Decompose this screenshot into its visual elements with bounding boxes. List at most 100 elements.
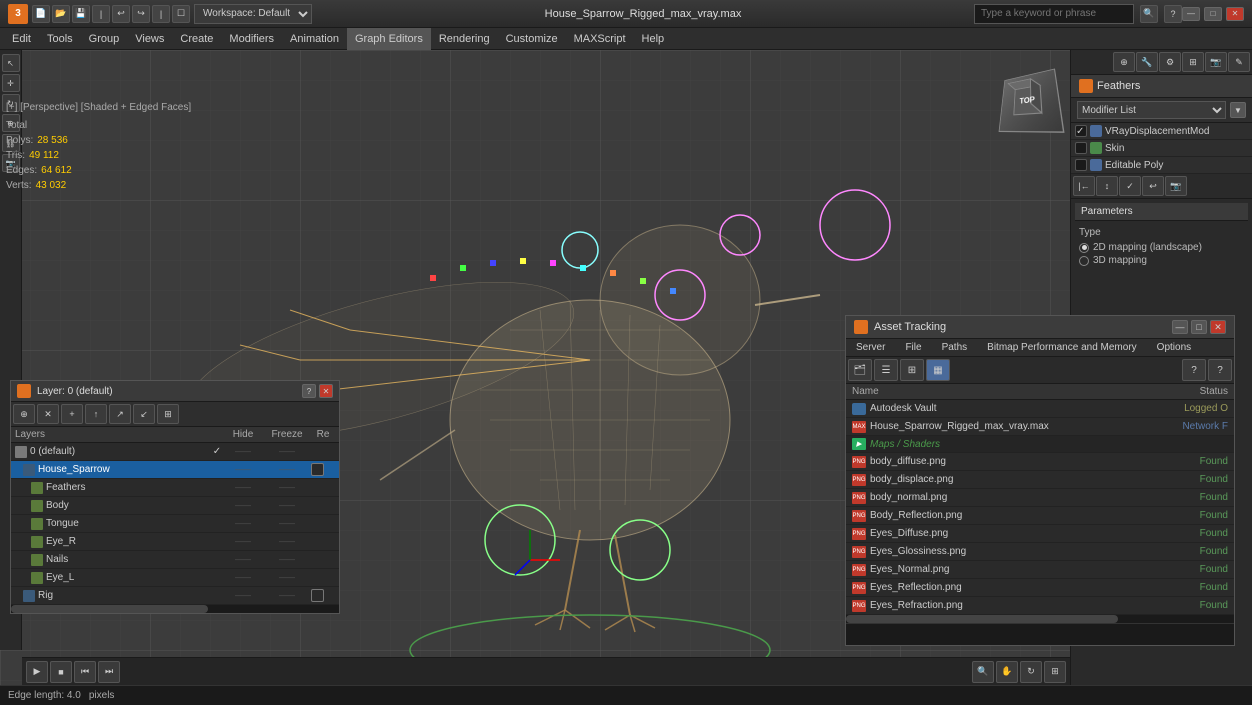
mod-tb-pin[interactable]: |← [1073,176,1095,196]
param-radio-3d[interactable]: 3D mapping [1079,255,1244,266]
open-file-btn[interactable]: 📂 [52,5,70,23]
asset-tb-grid2[interactable]: ⊞ [900,359,924,381]
help-btn[interactable]: ? [1164,5,1182,23]
layer-tb-delete[interactable]: ✕ [37,404,59,424]
modifier-check2[interactable] [1075,142,1087,154]
modifier-check3[interactable] [1075,159,1087,171]
layer-tb-move-down[interactable]: ↗ [109,404,131,424]
asset-row-vault[interactable]: Autodesk Vault Logged O [846,400,1234,418]
vp-select-btn[interactable]: ↖ [2,54,20,72]
mod-tb-rotate[interactable]: ↩ [1142,176,1164,196]
layer-scrollbar-track[interactable] [11,605,208,613]
maximize-btn[interactable]: □ [1204,7,1222,21]
vp-bot-orbit[interactable]: ↻ [1020,661,1042,683]
asset-row-body-displace[interactable]: PNG body_displace.png Found [846,471,1234,489]
menu-rendering[interactable]: Rendering [431,28,498,50]
modifier-vray-displacement[interactable]: ✓ VRayDisplacementMod [1071,123,1252,140]
asset-scrollbar-track[interactable] [846,615,1118,623]
asset-tb-table[interactable]: ▦ [926,359,950,381]
vp-rotate-btn[interactable]: ↻ [2,94,20,112]
layer-checkbox-rig[interactable] [311,589,324,602]
modifier-dropdown[interactable]: Modifier List [1077,101,1226,119]
vp-bot-next[interactable]: ⏭ [98,661,120,683]
asset-row-eyes-normal[interactable]: PNG Eyes_Normal.png Found [846,561,1234,579]
menu-tools[interactable]: Tools [39,28,81,50]
menu-animation[interactable]: Animation [282,28,347,50]
menu-group[interactable]: Group [81,28,128,50]
layer-tb-move-up[interactable]: ↑ [85,404,107,424]
layer-tb-add[interactable]: + [61,404,83,424]
asset-maximize-btn[interactable]: □ [1191,320,1207,334]
asset-row-body-reflection[interactable]: PNG Body_Reflection.png Found [846,507,1234,525]
asset-menu-bitmap[interactable]: Bitmap Performance and Memory [977,339,1147,356]
asset-row-body-normal[interactable]: PNG body_normal.png Found [846,489,1234,507]
nav-cube-box[interactable]: TOP [999,69,1065,133]
rp-icon5[interactable]: 📷 [1205,52,1227,72]
layer-checkbox-hs[interactable] [311,463,324,476]
mod-tb-scale[interactable]: 📷 [1165,176,1187,196]
asset-input-bar[interactable] [846,623,1234,645]
asset-menu-paths[interactable]: Paths [932,339,978,356]
workspace-selector[interactable]: Workspace: Default [194,4,312,24]
select-btn[interactable]: ☐ [172,5,190,23]
menu-graph-editors[interactable]: Graph Editors [347,28,431,50]
asset-menu-options[interactable]: Options [1147,339,1201,356]
modifier-dropdown-arrow[interactable]: ▼ [1230,102,1246,118]
vp-bot-play[interactable]: ▶ [26,661,48,683]
vp-bot-maximize[interactable]: ⊞ [1044,661,1066,683]
asset-tb-folder[interactable]: 🗂 [848,359,872,381]
menu-help[interactable]: Help [634,28,673,50]
menu-modifiers[interactable]: Modifiers [221,28,282,50]
layer-tb-expand[interactable]: ⊕ [13,404,35,424]
redo-btn[interactable]: ↪ [132,5,150,23]
rp-icon2[interactable]: 🔧 [1136,52,1158,72]
asset-row-body-diffuse[interactable]: PNG body_diffuse.png Found [846,453,1234,471]
search-input[interactable] [974,4,1134,24]
layer-tb-grid[interactable]: ⊞ [157,404,179,424]
mod-tb-select[interactable]: ↕ [1096,176,1118,196]
asset-tb-help1[interactable]: ? [1182,359,1206,381]
rp-icon4[interactable]: ⊞ [1182,52,1204,72]
close-window-btn[interactable]: ✕ [1226,7,1244,21]
rp-icon6[interactable]: ✎ [1228,52,1250,72]
layer-panel-close[interactable]: ✕ [319,384,333,398]
vp-bot-pan[interactable]: ✋ [996,661,1018,683]
layer-row-eye-l[interactable]: Eye_L —— —— [11,569,339,587]
vp-bot-stop[interactable]: ■ [50,661,72,683]
vp-move-btn[interactable]: ✛ [2,74,20,92]
vp-bot-zoom[interactable]: 🔍 [972,661,994,683]
menu-views[interactable]: Views [127,28,172,50]
rp-icon1[interactable]: ⊕ [1113,52,1135,72]
search-btn[interactable]: 🔍 [1140,5,1158,23]
undo-btn[interactable]: ↩ [112,5,130,23]
modifier-check[interactable]: ✓ [1075,125,1087,137]
layer-scrollbar[interactable] [11,605,339,613]
layer-row-rig[interactable]: Rig —— —— [11,587,339,605]
nav-cube[interactable]: TOP [997,70,1057,130]
asset-row-eyes-refraction[interactable]: PNG Eyes_Refraction.png Found [846,597,1234,615]
modifier-skin[interactable]: Skin [1071,140,1252,157]
menu-maxscript[interactable]: MAXScript [566,28,634,50]
layer-row-default[interactable]: 0 (default) ✓ —— —— [11,443,339,461]
mod-tb-move[interactable]: ✓ [1119,176,1141,196]
rp-icon3[interactable]: ⚙ [1159,52,1181,72]
layer-row-tongue[interactable]: Tongue —— —— [11,515,339,533]
asset-row-eyes-diffuse[interactable]: PNG Eyes_Diffuse.png Found [846,525,1234,543]
layer-row-house-sparrow[interactable]: House_Sparrow —— —— [11,461,339,479]
asset-tb-help2[interactable]: ? [1208,359,1232,381]
menu-edit[interactable]: Edit [4,28,39,50]
save-file-btn[interactable]: 💾 [72,5,90,23]
asset-scrollbar-horizontal[interactable] [846,615,1234,623]
layer-panel-question[interactable]: ? [302,384,316,398]
param-radio-2d[interactable]: 2D mapping (landscape) [1079,242,1244,253]
asset-menu-file[interactable]: File [895,339,931,356]
asset-menu-server[interactable]: Server [846,339,895,356]
new-file-btn[interactable]: 📄 [32,5,50,23]
layer-row-body[interactable]: Body —— —— [11,497,339,515]
menu-customize[interactable]: Customize [498,28,566,50]
asset-minimize-btn[interactable]: — [1172,320,1188,334]
asset-close-btn[interactable]: ✕ [1210,320,1226,334]
layer-row-eye-r[interactable]: Eye_R —— —— [11,533,339,551]
vp-bot-prev[interactable]: ⏮ [74,661,96,683]
menu-create[interactable]: Create [172,28,221,50]
